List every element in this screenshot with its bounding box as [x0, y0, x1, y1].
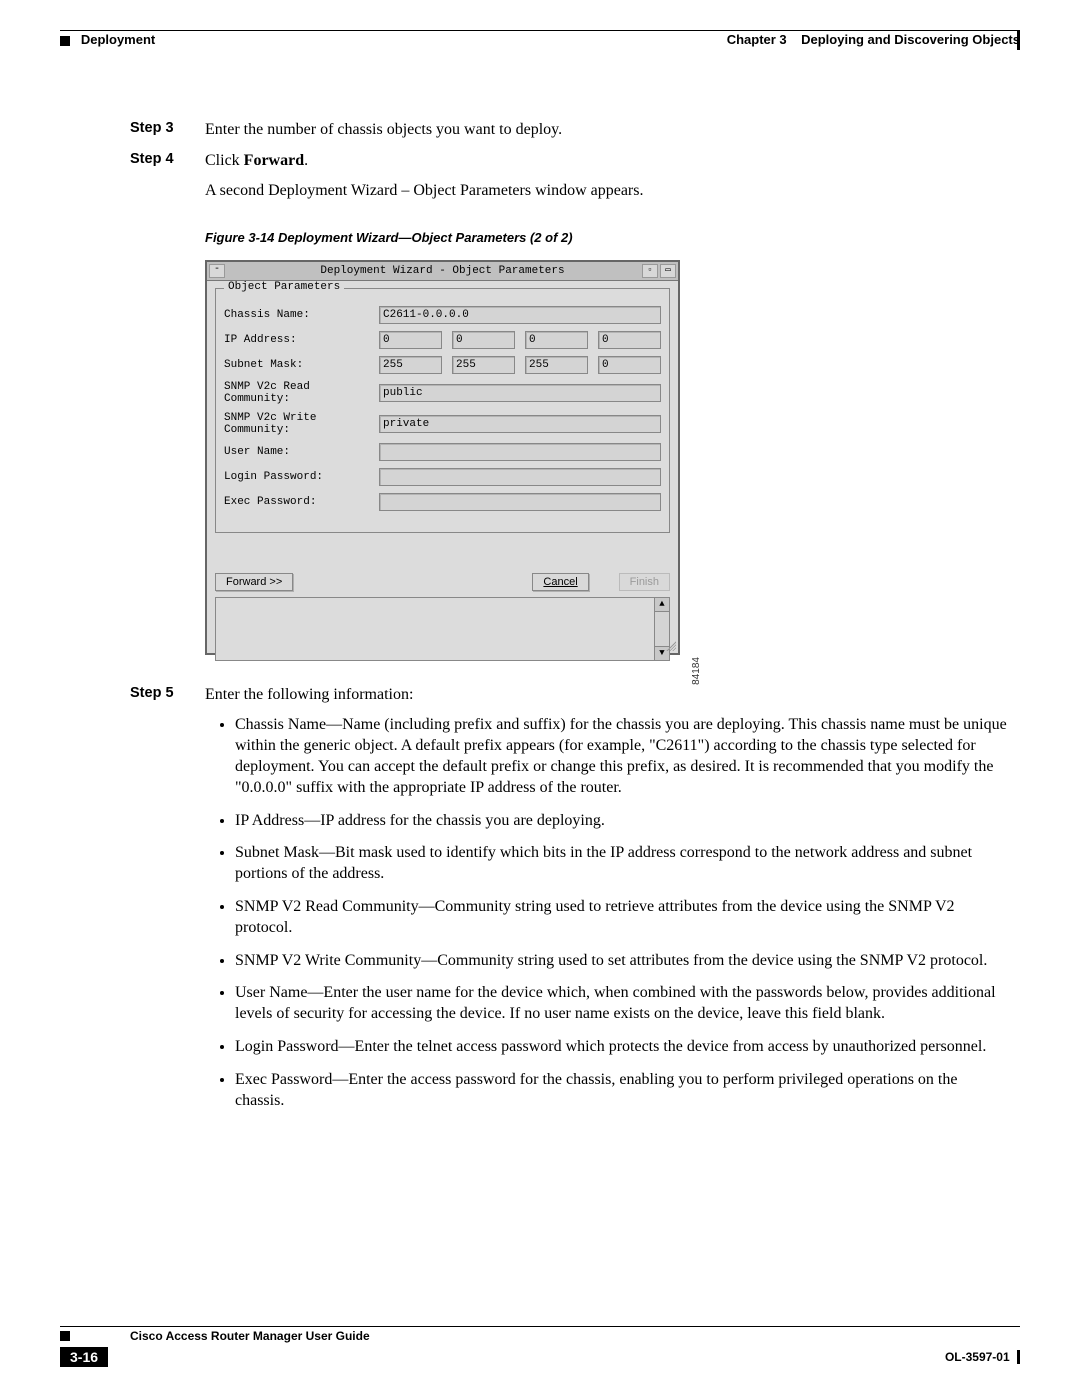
step3-label: Step 3	[130, 120, 205, 141]
doc-id: OL-3597-01	[945, 1350, 1010, 1364]
snmp-read-label: SNMP V2c Read Community:	[224, 381, 379, 405]
header-title: Deploying and Discovering Objects	[801, 32, 1020, 47]
list-item: Exec Password—Enter the access password …	[235, 1070, 1010, 1112]
list-item: User Name—Enter the user name for the de…	[235, 983, 1010, 1025]
mask-octet-2[interactable]: 255	[452, 356, 515, 374]
list-item: Login Password—Enter the telnet access p…	[235, 1037, 1010, 1058]
mask-octet-3[interactable]: 255	[525, 356, 588, 374]
step4-prefix: Click	[205, 152, 244, 169]
footer-guide-title: Cisco Access Router Manager User Guide	[130, 1329, 370, 1343]
snmp-write-label: SNMP V2c Write Community:	[224, 412, 379, 436]
log-area: ▲ ▼	[215, 597, 670, 661]
window-titlebar: - Deployment Wizard - Object Parameters …	[207, 262, 678, 281]
step4-label: Step 4	[130, 151, 205, 172]
footer-title-row: Cisco Access Router Manager User Guide	[60, 1326, 1020, 1343]
mask-octet-4[interactable]: 0	[598, 356, 661, 374]
step5-label: Step 5	[130, 685, 205, 706]
header-section-left: Deployment	[60, 32, 155, 47]
figure-window: - Deployment Wizard - Object Parameters …	[205, 260, 680, 655]
exec-label: Exec Password:	[224, 496, 379, 508]
footer-bar-icon	[1017, 1350, 1020, 1364]
step3-text: Enter the number of chassis objects you …	[205, 120, 1010, 141]
user-label: User Name:	[224, 446, 379, 458]
header-chapter: Chapter 3	[727, 32, 787, 47]
step4-followup: A second Deployment Wizard – Object Para…	[205, 182, 1010, 200]
exec-input[interactable]	[379, 493, 661, 511]
sysmenu-icon[interactable]: -	[209, 264, 225, 278]
figure-caption: Figure 3-14 Deployment Wizard—Object Par…	[205, 230, 1010, 245]
step5-bullets: Chassis Name—Name (including prefix and …	[205, 715, 1010, 1111]
window-title: Deployment Wizard - Object Parameters	[320, 265, 564, 277]
chassis-input[interactable]: C2611-0.0.0.0	[379, 306, 661, 324]
mask-octet-1[interactable]: 255	[379, 356, 442, 374]
header-section-right: Chapter 3 Deploying and Discovering Obje…	[727, 32, 1020, 47]
step4-suffix: .	[304, 152, 308, 169]
login-label: Login Password:	[224, 471, 379, 483]
page-number: 3-16	[60, 1347, 108, 1367]
group-legend: Object Parameters	[224, 281, 344, 293]
resize-grip-icon[interactable]	[664, 639, 676, 651]
square-icon	[60, 36, 70, 46]
scroll-up-icon[interactable]: ▲	[655, 598, 669, 612]
forward-button[interactable]: Forward >>	[215, 573, 293, 591]
list-item: Chassis Name—Name (including prefix and …	[235, 715, 1010, 798]
cancel-button[interactable]: Cancel	[532, 573, 588, 591]
ip-octet-1[interactable]: 0	[379, 331, 442, 349]
user-input[interactable]	[379, 443, 661, 461]
finish-button: Finish	[619, 573, 670, 591]
ip-octet-4[interactable]: 0	[598, 331, 661, 349]
maximize-icon[interactable]: ▭	[660, 264, 676, 278]
mask-label: Subnet Mask:	[224, 359, 379, 371]
header-left-text: Deployment	[81, 32, 155, 47]
list-item: IP Address—IP address for the chassis yo…	[235, 811, 1010, 832]
list-item: SNMP V2 Write Community—Community string…	[235, 951, 1010, 972]
chassis-label: Chassis Name:	[224, 309, 379, 321]
figure-id: 84184	[691, 657, 702, 685]
square-icon	[60, 1331, 70, 1341]
snmp-read-input[interactable]: public	[379, 384, 661, 402]
restore-icon[interactable]: ▫	[642, 264, 658, 278]
list-item: SNMP V2 Read Community—Community string …	[235, 897, 1010, 939]
object-parameters-group: Object Parameters Chassis Name: C2611-0.…	[215, 288, 670, 533]
step5-text: Enter the following information:	[205, 685, 1010, 706]
login-input[interactable]	[379, 468, 661, 486]
ip-label: IP Address:	[224, 334, 379, 346]
step4-text: Click Forward.	[205, 151, 1010, 172]
ip-octet-3[interactable]: 0	[525, 331, 588, 349]
ip-octet-2[interactable]: 0	[452, 331, 515, 349]
header-rule	[60, 30, 1020, 31]
step4-bold: Forward	[244, 152, 304, 169]
snmp-write-input[interactable]: private	[379, 415, 661, 433]
list-item: Subnet Mask—Bit mask used to identify wh…	[235, 843, 1010, 885]
